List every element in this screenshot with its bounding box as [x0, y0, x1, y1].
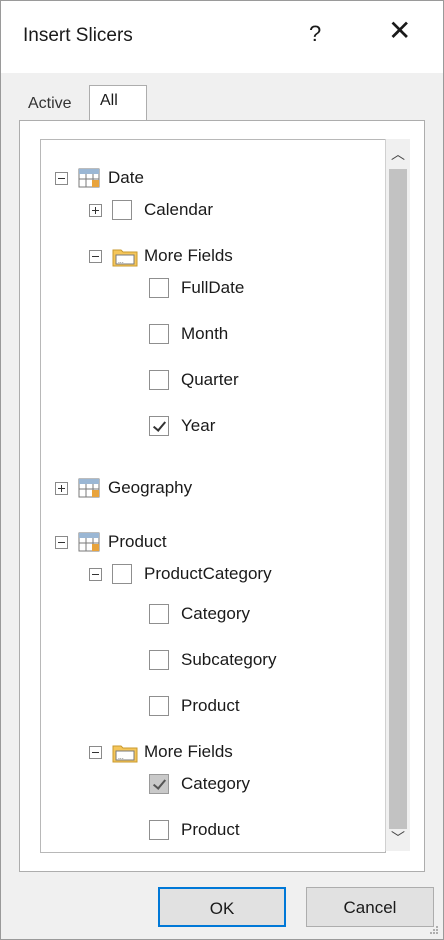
checkbox-icon[interactable]: [149, 278, 169, 298]
expand-icon[interactable]: [89, 203, 102, 217]
field-fulldate[interactable]: FullDate: [149, 274, 244, 302]
table-icon: [78, 168, 100, 188]
tree-node-calendar[interactable]: Calendar: [89, 196, 213, 224]
tree-node-productcategory-label: ProductCategory: [144, 564, 272, 583]
checkbox-icon[interactable]: [112, 564, 132, 584]
svg-text:...: ...: [118, 754, 124, 761]
field-label: Subcategory: [181, 650, 277, 669]
checkbox-icon[interactable]: [149, 774, 169, 794]
tree-node-date-more-fields[interactable]: ... More Fields: [89, 242, 233, 270]
help-button[interactable]: ?: [309, 21, 321, 47]
checkbox-icon[interactable]: [149, 696, 169, 716]
tab-panel: Date Calendar ... More Fields FullDate M…: [19, 120, 425, 872]
tree-node-productcategory[interactable]: ProductCategory: [89, 560, 272, 588]
checkbox-icon[interactable]: [149, 604, 169, 624]
field-product[interactable]: Product: [149, 692, 240, 720]
field-label: Product: [181, 820, 240, 839]
svg-text:...: ...: [118, 258, 124, 265]
field-label: Product: [181, 696, 240, 715]
folder-icon: ...: [112, 745, 138, 763]
field-month[interactable]: Month: [149, 320, 228, 348]
vertical-scrollbar[interactable]: ︿ ﹀: [385, 139, 410, 851]
tree-node-more-fields-label: More Fields: [144, 742, 233, 761]
checkbox-icon[interactable]: [149, 416, 169, 436]
cancel-button[interactable]: Cancel: [306, 887, 434, 927]
insert-slicers-dialog: Insert Slicers ? ✕ Active All Date Calen…: [0, 0, 444, 940]
tree-node-more-fields-label: More Fields: [144, 246, 233, 265]
field-tree[interactable]: Date Calendar ... More Fields FullDate M…: [40, 139, 386, 853]
field-more-product[interactable]: Product: [149, 816, 240, 844]
tree-node-product[interactable]: Product: [55, 528, 167, 556]
title-bar: Insert Slicers ? ✕: [1, 1, 443, 73]
close-button[interactable]: ✕: [388, 17, 411, 45]
field-label: Year: [181, 416, 216, 435]
tree-node-product-label: Product: [108, 532, 167, 551]
field-year[interactable]: Year: [149, 412, 215, 440]
field-label: Quarter: [181, 370, 239, 389]
tab-active[interactable]: Active: [20, 89, 94, 119]
tree-node-geography-label: Geography: [108, 478, 193, 497]
collapse-icon[interactable]: [55, 171, 68, 185]
field-label: Category: [181, 604, 250, 623]
scroll-down-icon[interactable]: ﹀: [386, 827, 410, 849]
tree-node-calendar-label: Calendar: [144, 200, 213, 219]
table-icon: [78, 478, 100, 498]
checkbox-icon[interactable]: [149, 370, 169, 390]
checkbox-icon[interactable]: [149, 820, 169, 840]
field-subcategory[interactable]: Subcategory: [149, 646, 276, 674]
tree-node-date-label: Date: [108, 168, 144, 187]
tree-node-date[interactable]: Date: [55, 164, 144, 192]
collapse-icon[interactable]: [55, 535, 68, 549]
ok-button[interactable]: OK: [158, 887, 286, 927]
resize-grip-icon[interactable]: [429, 925, 439, 935]
collapse-icon[interactable]: [89, 567, 102, 581]
field-more-category[interactable]: Category: [149, 770, 250, 798]
collapse-icon[interactable]: [89, 249, 102, 263]
checkbox-icon[interactable]: [149, 324, 169, 344]
collapse-icon[interactable]: [89, 745, 102, 759]
field-quarter[interactable]: Quarter: [149, 366, 239, 394]
table-icon: [78, 532, 100, 552]
scroll-up-icon[interactable]: ︿: [386, 143, 410, 165]
checkbox-icon[interactable]: [149, 650, 169, 670]
tree-node-product-more-fields[interactable]: ... More Fields: [89, 738, 233, 766]
scrollbar-thumb[interactable]: [389, 169, 407, 829]
field-label: Category: [181, 774, 250, 793]
tab-all[interactable]: All: [89, 85, 147, 122]
folder-icon: ...: [112, 249, 138, 267]
tree-node-geography[interactable]: Geography: [55, 474, 192, 502]
field-label: Month: [181, 324, 229, 343]
field-category[interactable]: Category: [149, 600, 250, 628]
field-label: FullDate: [181, 278, 245, 297]
checkbox-icon[interactable]: [112, 200, 132, 220]
expand-icon[interactable]: [55, 481, 68, 495]
dialog-title: Insert Slicers: [23, 25, 133, 46]
